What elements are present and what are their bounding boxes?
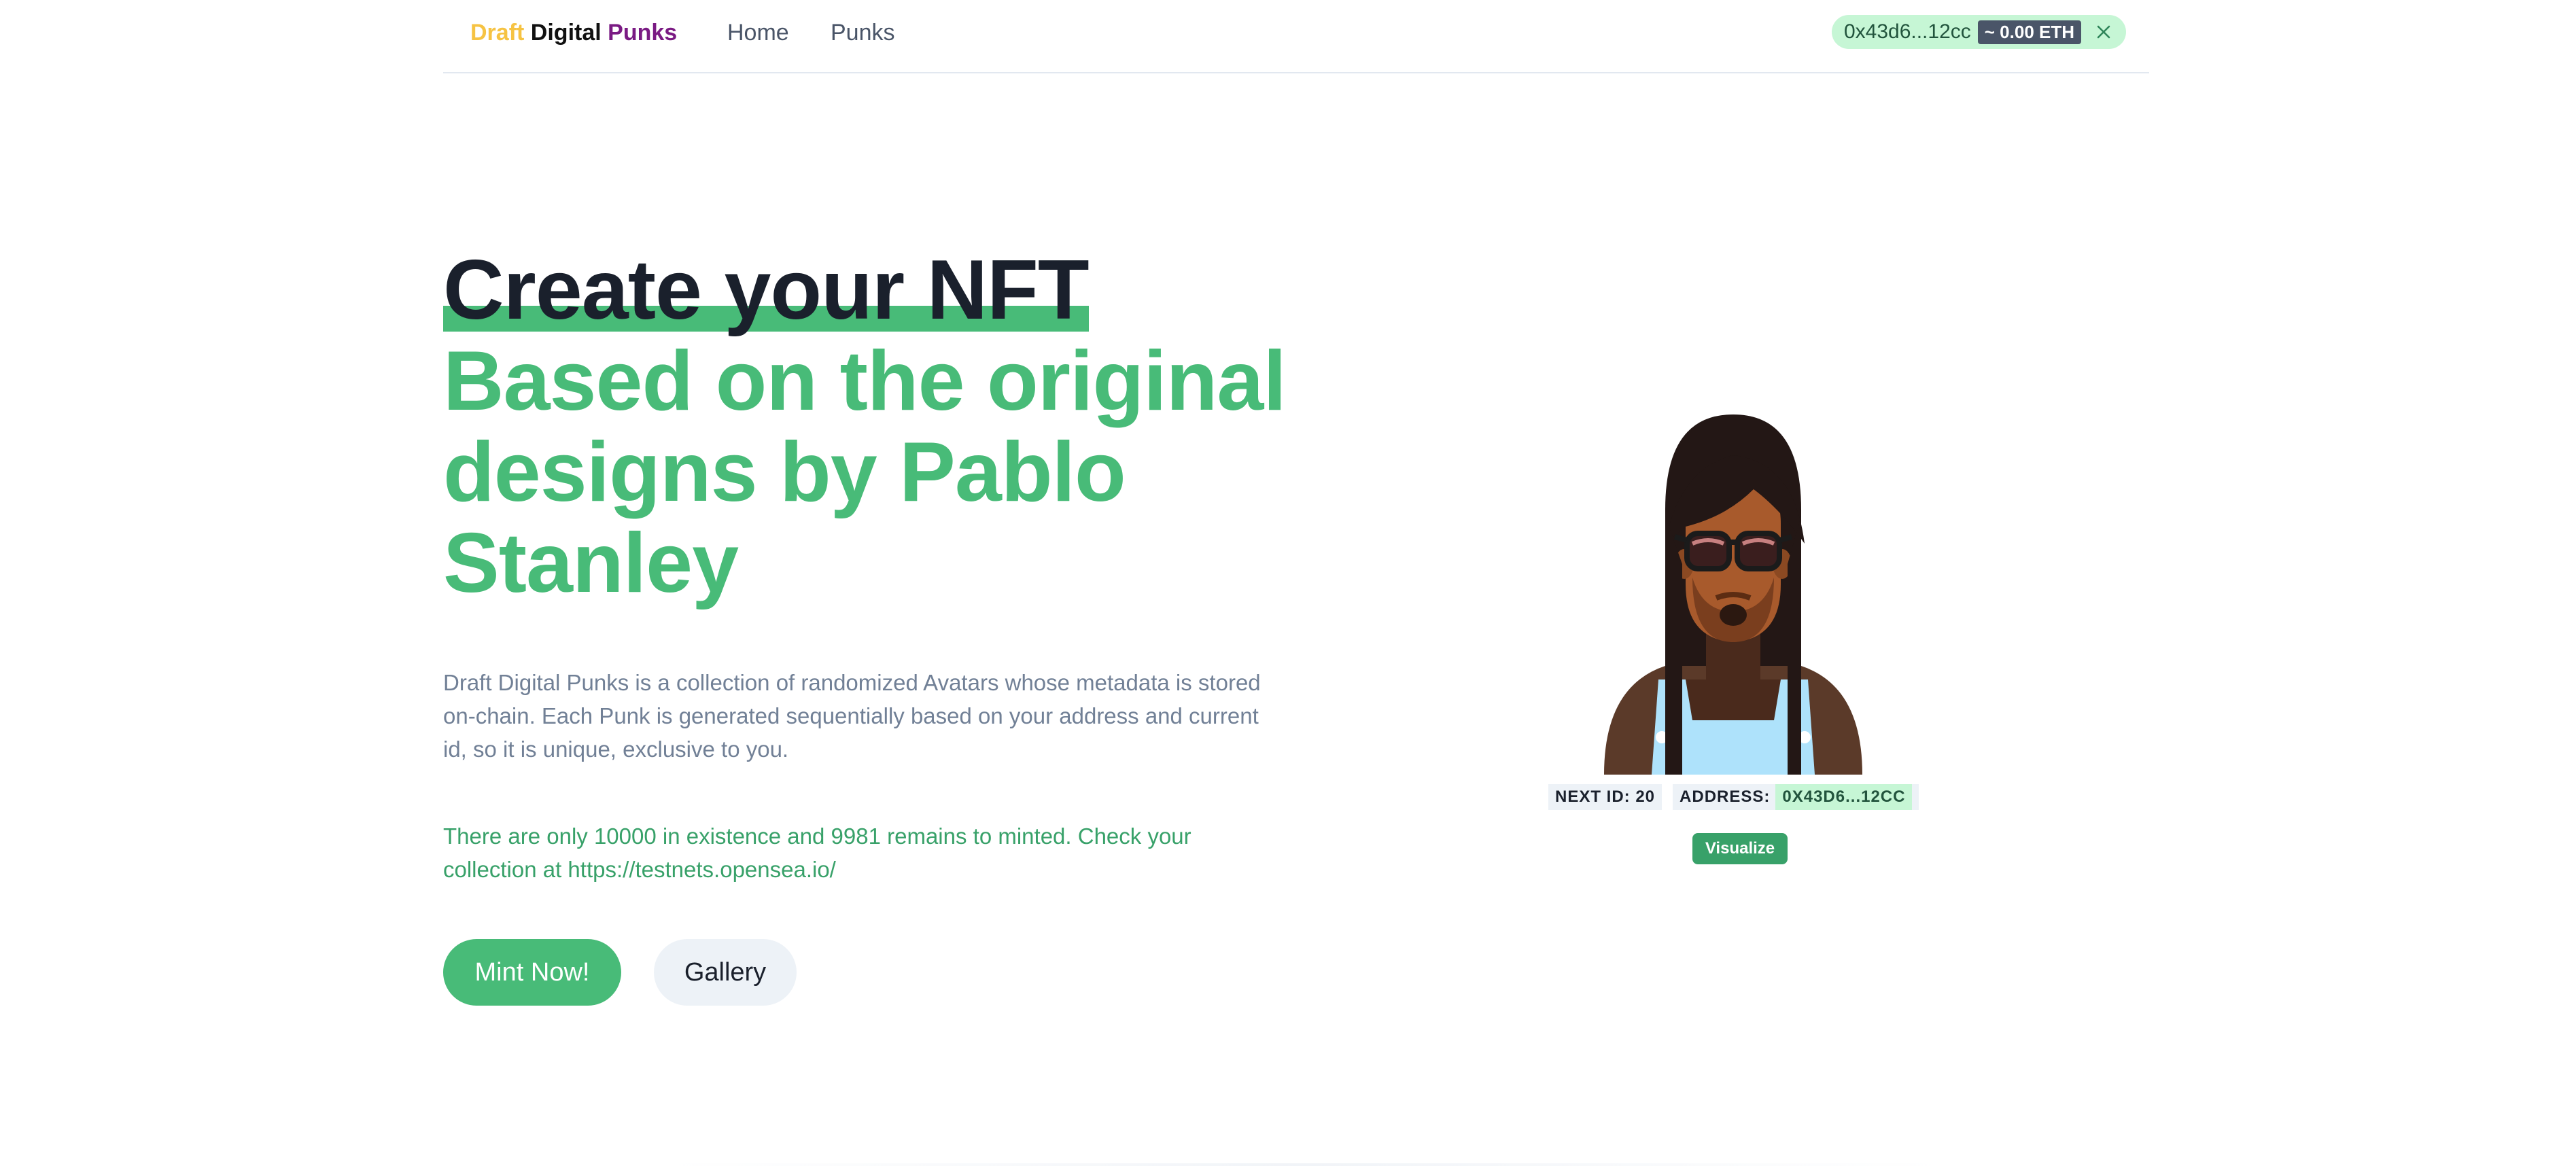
close-icon[interactable] [2093,22,2114,42]
visualize-button[interactable]: Visualize [1692,833,1788,864]
gallery-button[interactable]: Gallery [654,939,797,1006]
hero-heading: Create your NFT Based on the original de… [443,245,1293,609]
top-navbar: Draft Digital Punks Home Punks 0x43d6...… [443,0,2149,73]
brand-word-draft: Draft [470,20,525,46]
supply-note: There are only 10000 in existence and 99… [443,824,1191,882]
punk-avatar-image [1590,408,1876,788]
nav-link-home[interactable]: Home [727,19,789,46]
section-divider [666,1163,1944,1166]
address-badge: ADDRESS: 0X43D6...12CC [1673,784,1919,810]
wallet-address: 0x43d6...12cc [1843,20,1971,43]
brand-logo[interactable]: Draft Digital Punks [470,19,677,46]
next-id-badge: NEXT ID: 20 [1548,784,1663,810]
wallet-balance-badge: ~ 0.00 ETH [1977,20,2081,44]
hero-title-line2: Based on the original designs by Pablo S… [443,334,1287,610]
brand-word-punks: Punks [608,20,678,46]
next-id-label: NEXT ID: 20 [1555,788,1656,806]
hero-title-text: Create your NFT [443,243,1090,337]
brand-word-digital: Digital [530,20,602,46]
wallet-connection-pill[interactable]: 0x43d6...12cc ~ 0.00 ETH [1831,15,2126,49]
mint-now-button[interactable]: Mint Now! [443,939,621,1006]
address-label: ADDRESS: [1679,788,1771,806]
hero-description: Draft Digital Punks is a collection of r… [443,670,1261,762]
address-value: 0X43D6...12CC [1775,784,1913,810]
hero-title-line1: Create your NFT [443,243,1090,337]
nav-link-punks[interactable]: Punks [831,19,895,46]
punk-meta-row: NEXT ID: 20 ADDRESS: 0X43D6...12CC [1548,784,1919,810]
